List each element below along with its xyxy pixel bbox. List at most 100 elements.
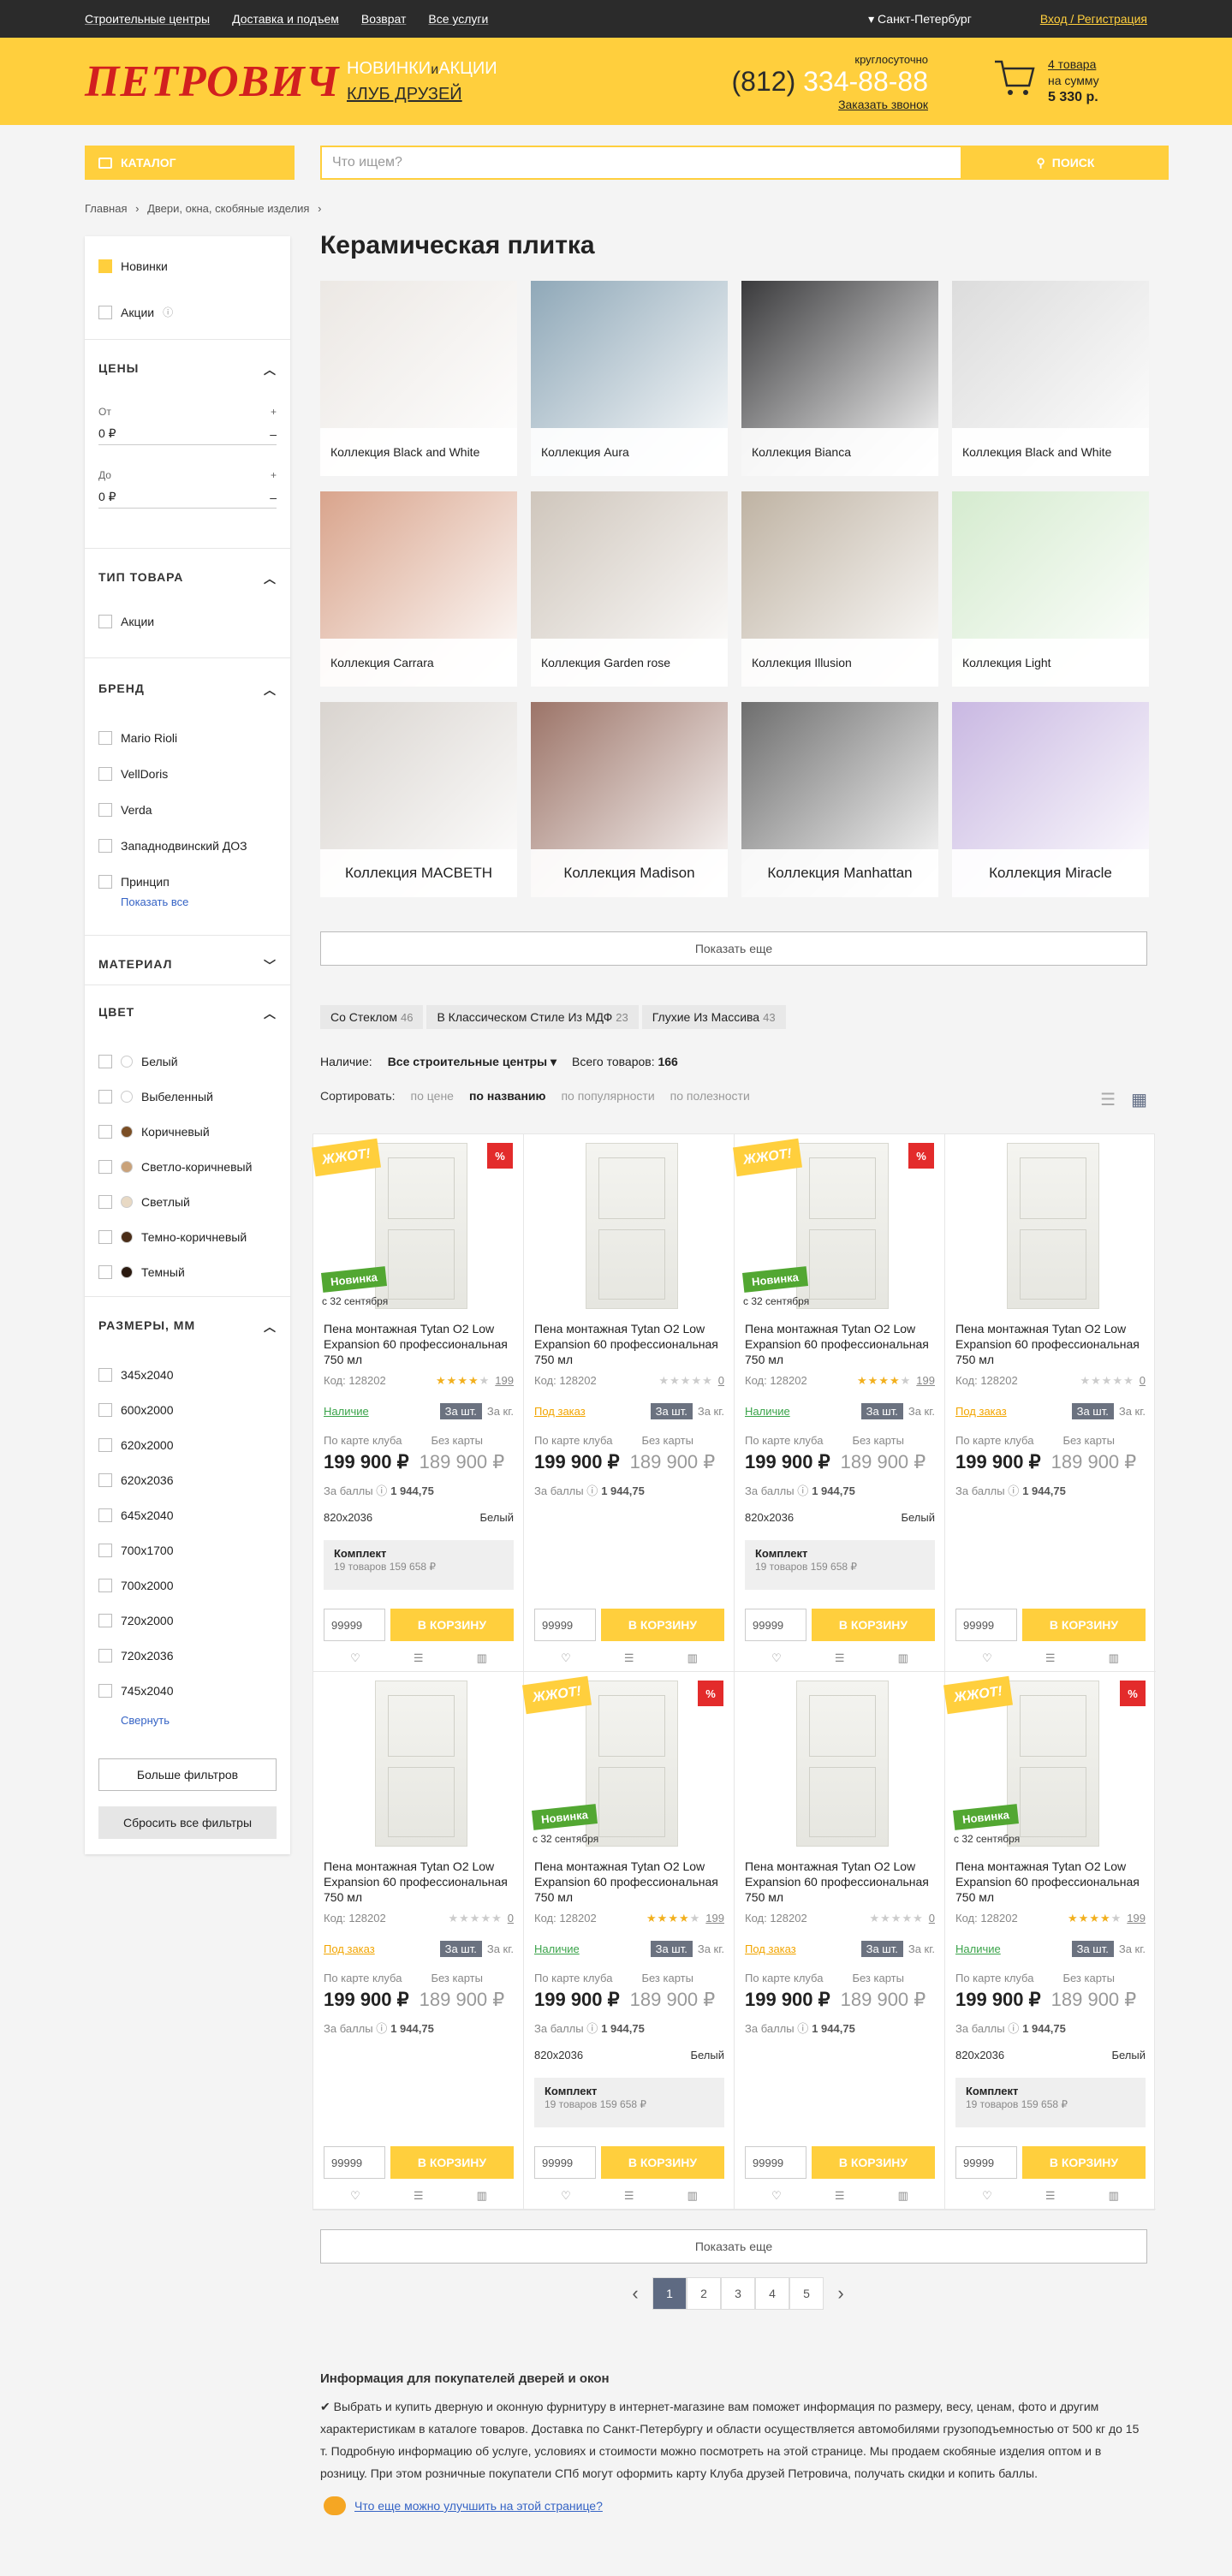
compare-icon[interactable]: ▥ bbox=[687, 1651, 698, 1665]
availability-select[interactable]: Все строительные центры ▾ bbox=[388, 1055, 556, 1069]
checkbox[interactable] bbox=[98, 803, 112, 817]
breadcrumb-home[interactable]: Главная bbox=[85, 202, 127, 215]
unit-piece[interactable]: За шт. bbox=[650, 1941, 693, 1957]
list-icon[interactable]: ☰ bbox=[414, 1651, 424, 1665]
checkbox-checked[interactable] bbox=[98, 259, 112, 273]
search-button[interactable]: ⚲ ПОИСК bbox=[962, 146, 1169, 180]
filter-option[interactable]: Коричневый bbox=[98, 1125, 210, 1139]
collection-tile[interactable]: Коллекция Madison bbox=[531, 702, 728, 897]
add-to-cart-button[interactable]: В КОРЗИНУ bbox=[1022, 1609, 1146, 1641]
stock-status[interactable]: Наличие bbox=[324, 1405, 369, 1418]
filter-sales[interactable]: Акции ⓘ bbox=[98, 305, 173, 319]
product-image[interactable] bbox=[1007, 1143, 1099, 1309]
filter-option[interactable]: Verda bbox=[98, 803, 152, 817]
quantity-stepper[interactable]: 99999 bbox=[534, 1609, 596, 1641]
collection-tile[interactable]: Коллекция Aura bbox=[531, 281, 728, 476]
next-page-icon[interactable]: › bbox=[824, 2282, 858, 2305]
add-to-cart-button[interactable]: В КОРЗИНУ bbox=[812, 2146, 935, 2179]
compare-icon[interactable]: ▥ bbox=[898, 2189, 908, 2203]
color-select[interactable]: Белый bbox=[901, 1511, 935, 1524]
product-card[interactable]: ЖЖОТ!% Новинка с 32 сентября Пена монтажная… bbox=[312, 1134, 524, 1672]
rating[interactable]: ★★★★★ 199 bbox=[646, 1912, 724, 1925]
size-select[interactable]: 820x2036 bbox=[745, 1511, 794, 1524]
list-icon[interactable]: ☰ bbox=[624, 2189, 634, 2203]
stock-status[interactable]: Наличие bbox=[955, 1942, 1001, 1955]
call-request-link[interactable]: Заказать звонок bbox=[726, 98, 928, 111]
sort-by-usefulness[interactable]: по полезности bbox=[670, 1089, 750, 1110]
unit-piece[interactable]: За шт. bbox=[439, 1941, 482, 1957]
page-button[interactable]: 2 bbox=[687, 2277, 721, 2310]
checkbox[interactable] bbox=[98, 1195, 112, 1209]
kit-block[interactable]: Комплект 19 товаров 159 658 ₽ bbox=[324, 1540, 514, 1590]
unit-kg[interactable]: За кг. bbox=[1119, 1405, 1146, 1418]
minus-icon[interactable]: – bbox=[270, 427, 277, 441]
favorite-icon[interactable]: ♡ bbox=[561, 2189, 571, 2203]
sort-by-popularity[interactable]: по популярности bbox=[561, 1089, 654, 1110]
checkbox[interactable] bbox=[98, 1438, 112, 1452]
promo-sales-link[interactable]: АКЦИИ bbox=[438, 59, 497, 78]
unit-piece[interactable]: За шт. bbox=[1071, 1941, 1114, 1957]
checkbox[interactable] bbox=[98, 1368, 112, 1382]
stock-status[interactable]: Под заказ bbox=[534, 1405, 586, 1418]
unit-kg[interactable]: За кг. bbox=[487, 1405, 514, 1418]
quick-tag[interactable]: В Классическом Стиле Из МДФ 23 bbox=[426, 1005, 639, 1029]
city-selector[interactable]: ▾ Санкт-Петербург bbox=[868, 12, 972, 27]
compare-icon[interactable]: ▥ bbox=[477, 2189, 487, 2203]
filter-type-sales[interactable]: Акции bbox=[98, 615, 154, 628]
checkbox[interactable] bbox=[98, 1055, 112, 1068]
help-icon[interactable]: ⓘ bbox=[163, 305, 173, 319]
rating[interactable]: ★★★★★ 199 bbox=[436, 1374, 514, 1388]
stock-status[interactable]: Под заказ bbox=[955, 1405, 1007, 1418]
filter-option[interactable]: Светлый bbox=[98, 1195, 190, 1209]
filter-option[interactable]: 745x2040 bbox=[98, 1684, 174, 1698]
cart[interactable]: 4 товара на сумму 5 330 р. bbox=[993, 57, 1099, 105]
filter-option[interactable]: Темный bbox=[98, 1265, 185, 1279]
search-input[interactable]: Что ищем? bbox=[320, 146, 962, 180]
filter-option[interactable]: Принцип bbox=[98, 875, 170, 889]
filter-option[interactable]: 720x2036 bbox=[98, 1649, 174, 1663]
filter-option[interactable]: 645x2040 bbox=[98, 1508, 174, 1522]
sort-by-price[interactable]: по цене bbox=[411, 1089, 454, 1110]
filter-option[interactable]: Mario Rioli bbox=[98, 731, 177, 745]
material-header[interactable]: МАТЕРИАЛ ﹀ bbox=[98, 957, 277, 974]
filter-option[interactable]: 700x2000 bbox=[98, 1579, 174, 1592]
collection-tile[interactable]: Коллекция MACBETH bbox=[320, 702, 517, 897]
product-image[interactable] bbox=[375, 1143, 467, 1309]
show-more-collections-button[interactable]: Показать еще bbox=[320, 931, 1147, 966]
collection-tile[interactable]: Коллекция Light bbox=[952, 491, 1149, 687]
checkbox[interactable] bbox=[98, 1125, 112, 1139]
unit-kg[interactable]: За кг. bbox=[908, 1405, 935, 1418]
top-link-services[interactable]: Все услуги bbox=[428, 12, 488, 26]
favorite-icon[interactable]: ♡ bbox=[982, 1651, 992, 1665]
catalog-button[interactable]: КАТАЛОГ bbox=[85, 146, 295, 180]
filter-option[interactable]: Западнодвинский ДОЗ bbox=[98, 839, 247, 853]
sort-by-name[interactable]: по названию bbox=[469, 1089, 546, 1110]
quantity-stepper[interactable]: 99999 bbox=[324, 2146, 385, 2179]
product-card[interactable]: ЖЖОТ!% Новинка с 32 сентября Пена монтажная… bbox=[943, 1672, 1156, 2210]
stock-status[interactable]: Наличие bbox=[534, 1942, 580, 1955]
promo-new-link[interactable]: НОВИНКИ bbox=[347, 59, 431, 78]
filter-new[interactable]: Новинки bbox=[98, 259, 168, 273]
product-card[interactable]: ЖЖОТ!% Новинка с 32 сентября Пена монтажная… bbox=[733, 1134, 945, 1672]
rating[interactable]: ★★★★★ 0 bbox=[448, 1912, 514, 1925]
product-title[interactable]: Пена монтажная Tytan O2 Low Expansion 60… bbox=[534, 1321, 724, 1367]
checkbox[interactable] bbox=[98, 1265, 112, 1279]
list-icon[interactable]: ☰ bbox=[414, 2189, 424, 2203]
color-select[interactable]: Белый bbox=[690, 2049, 724, 2061]
filter-option[interactable]: 720x2000 bbox=[98, 1614, 174, 1627]
list-icon[interactable]: ☰ bbox=[1045, 2189, 1056, 2203]
size-header[interactable]: РАЗМЕРЫ, ММ ︿ bbox=[98, 1318, 277, 1336]
product-image[interactable] bbox=[1007, 1681, 1099, 1847]
unit-kg[interactable]: За кг. bbox=[487, 1942, 514, 1955]
collection-tile[interactable]: Коллекция Carrara bbox=[320, 491, 517, 687]
product-title[interactable]: Пена монтажная Tytan O2 Low Expansion 60… bbox=[955, 1321, 1146, 1367]
filter-option[interactable]: 600x2000 bbox=[98, 1403, 174, 1417]
add-to-cart-button[interactable]: В КОРЗИНУ bbox=[1022, 2146, 1146, 2179]
filter-option[interactable]: Белый bbox=[98, 1055, 178, 1068]
page-button[interactable]: 3 bbox=[721, 2277, 755, 2310]
checkbox[interactable] bbox=[98, 1544, 112, 1557]
login-link[interactable]: Вход / Регистрация bbox=[1040, 12, 1147, 26]
checkbox[interactable] bbox=[98, 1230, 112, 1244]
unit-piece[interactable]: За шт. bbox=[439, 1403, 482, 1419]
product-title[interactable]: Пена монтажная Tytan O2 Low Expansion 60… bbox=[955, 1859, 1146, 1905]
